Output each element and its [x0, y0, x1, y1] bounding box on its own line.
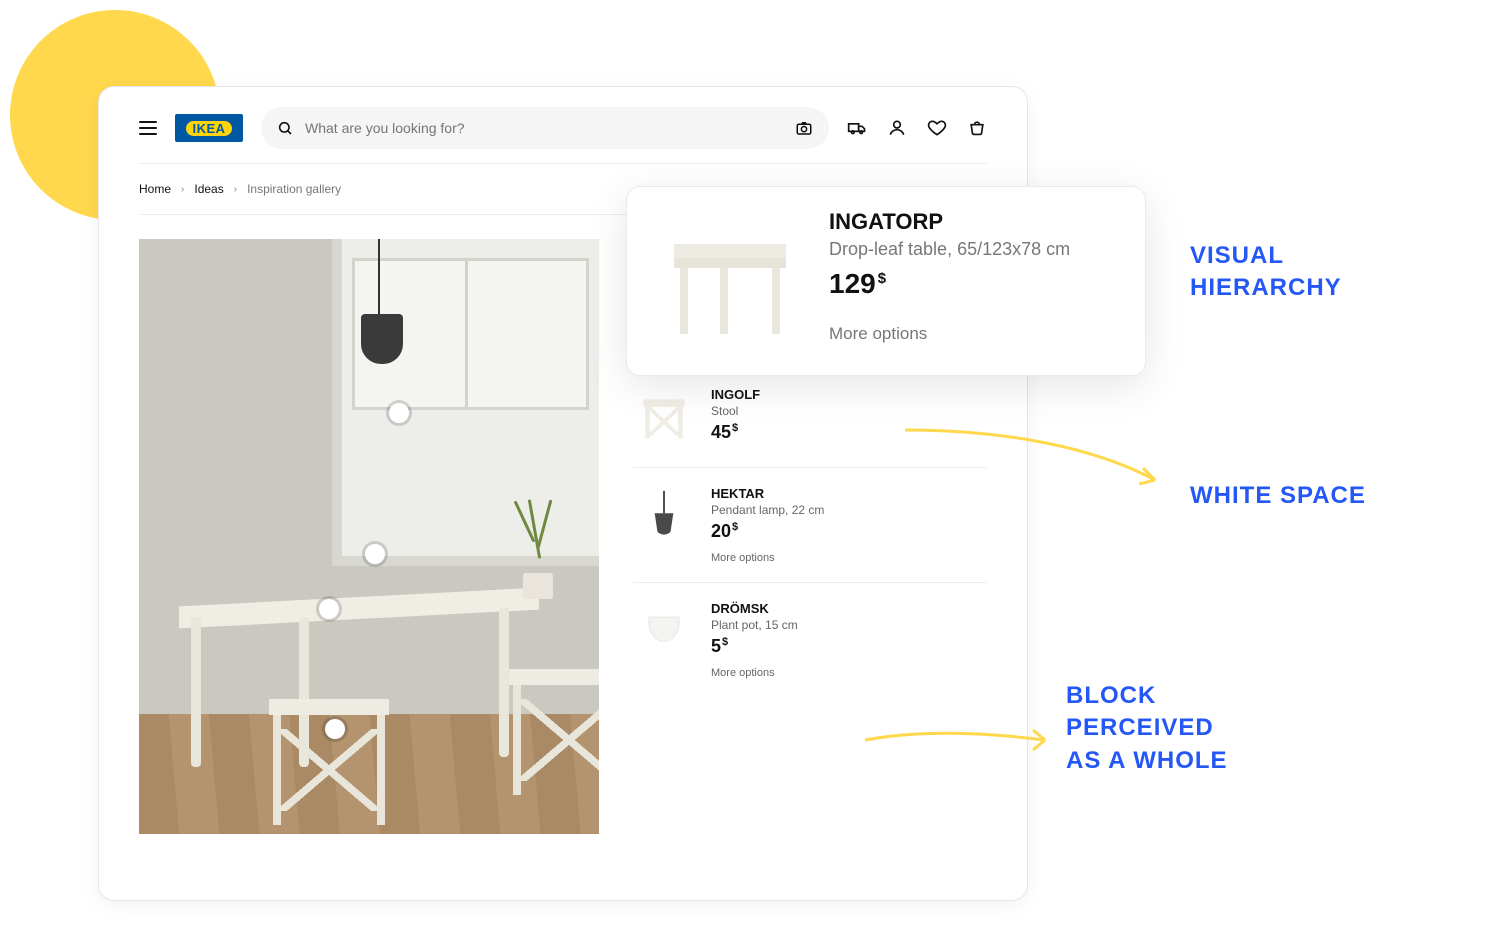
product-desc: Pendant lamp, 22 cm [711, 503, 824, 517]
popover-product-desc: Drop-leaf table, 65/123x78 cm [829, 239, 1070, 260]
popover-product-name: INGATORP [829, 209, 1070, 235]
popover-more-options[interactable]: More options [829, 324, 1070, 344]
product-desc: Stool [711, 404, 760, 418]
breadcrumb-ideas[interactable]: Ideas [194, 182, 223, 196]
product-popover[interactable]: INGATORP Drop-leaf table, 65/123x78 cm 1… [626, 186, 1146, 376]
product-price: 45$ [711, 422, 760, 443]
product-more-options[interactable]: More options [711, 552, 824, 564]
wishlist-icon[interactable] [927, 118, 947, 138]
camera-icon[interactable] [795, 119, 813, 137]
nav-icons [847, 118, 987, 138]
product-thumb-pot [633, 601, 695, 663]
product-more-options[interactable]: More options [711, 667, 798, 679]
product-desc: Plant pot, 15 cm [711, 618, 798, 632]
product-price: 5$ [711, 636, 798, 657]
search-bar[interactable] [261, 107, 829, 149]
chevron-right-icon: › [234, 184, 237, 195]
product-thumb-stool [633, 387, 695, 449]
room-photo[interactable] [139, 239, 599, 834]
menu-button[interactable] [139, 119, 157, 137]
search-input[interactable] [305, 120, 783, 136]
breadcrumb-home[interactable]: Home [139, 182, 171, 196]
product-name: DRÖMSK [711, 601, 798, 616]
popover-thumb-table [655, 209, 805, 349]
delivery-icon[interactable] [847, 118, 867, 138]
annotation-block-perceived: Block Perceived As a Whole [1066, 680, 1228, 777]
list-item[interactable]: DRÖMSK Plant pot, 15 cm 5$ More options [633, 582, 987, 697]
annotation-white-space: White Space [1190, 480, 1366, 512]
hotspot-lamp[interactable] [389, 403, 409, 423]
hotspot-stool[interactable] [325, 719, 345, 739]
product-name: HEKTAR [711, 486, 824, 501]
top-nav: IKEA [139, 107, 987, 149]
brand-logo[interactable]: IKEA [175, 114, 243, 142]
product-price: 20$ [711, 521, 824, 542]
breadcrumb-current: Inspiration gallery [247, 182, 341, 196]
annotation-visual-hierarchy: Visual Hierarchy [1190, 240, 1342, 305]
hotspot-table[interactable] [319, 599, 339, 619]
cart-icon[interactable] [967, 118, 987, 138]
account-icon[interactable] [887, 118, 907, 138]
product-thumb-lamp [633, 486, 695, 548]
popover-product-price: 129$ [829, 268, 1070, 300]
hotspot-plant[interactable] [365, 544, 385, 564]
arrow-white-space [900, 420, 1180, 515]
product-name: INGOLF [711, 387, 760, 402]
brand-logo-text: IKEA [186, 121, 231, 136]
search-icon [277, 120, 293, 136]
arrow-block [860, 720, 1060, 765]
chevron-right-icon: › [181, 184, 184, 195]
